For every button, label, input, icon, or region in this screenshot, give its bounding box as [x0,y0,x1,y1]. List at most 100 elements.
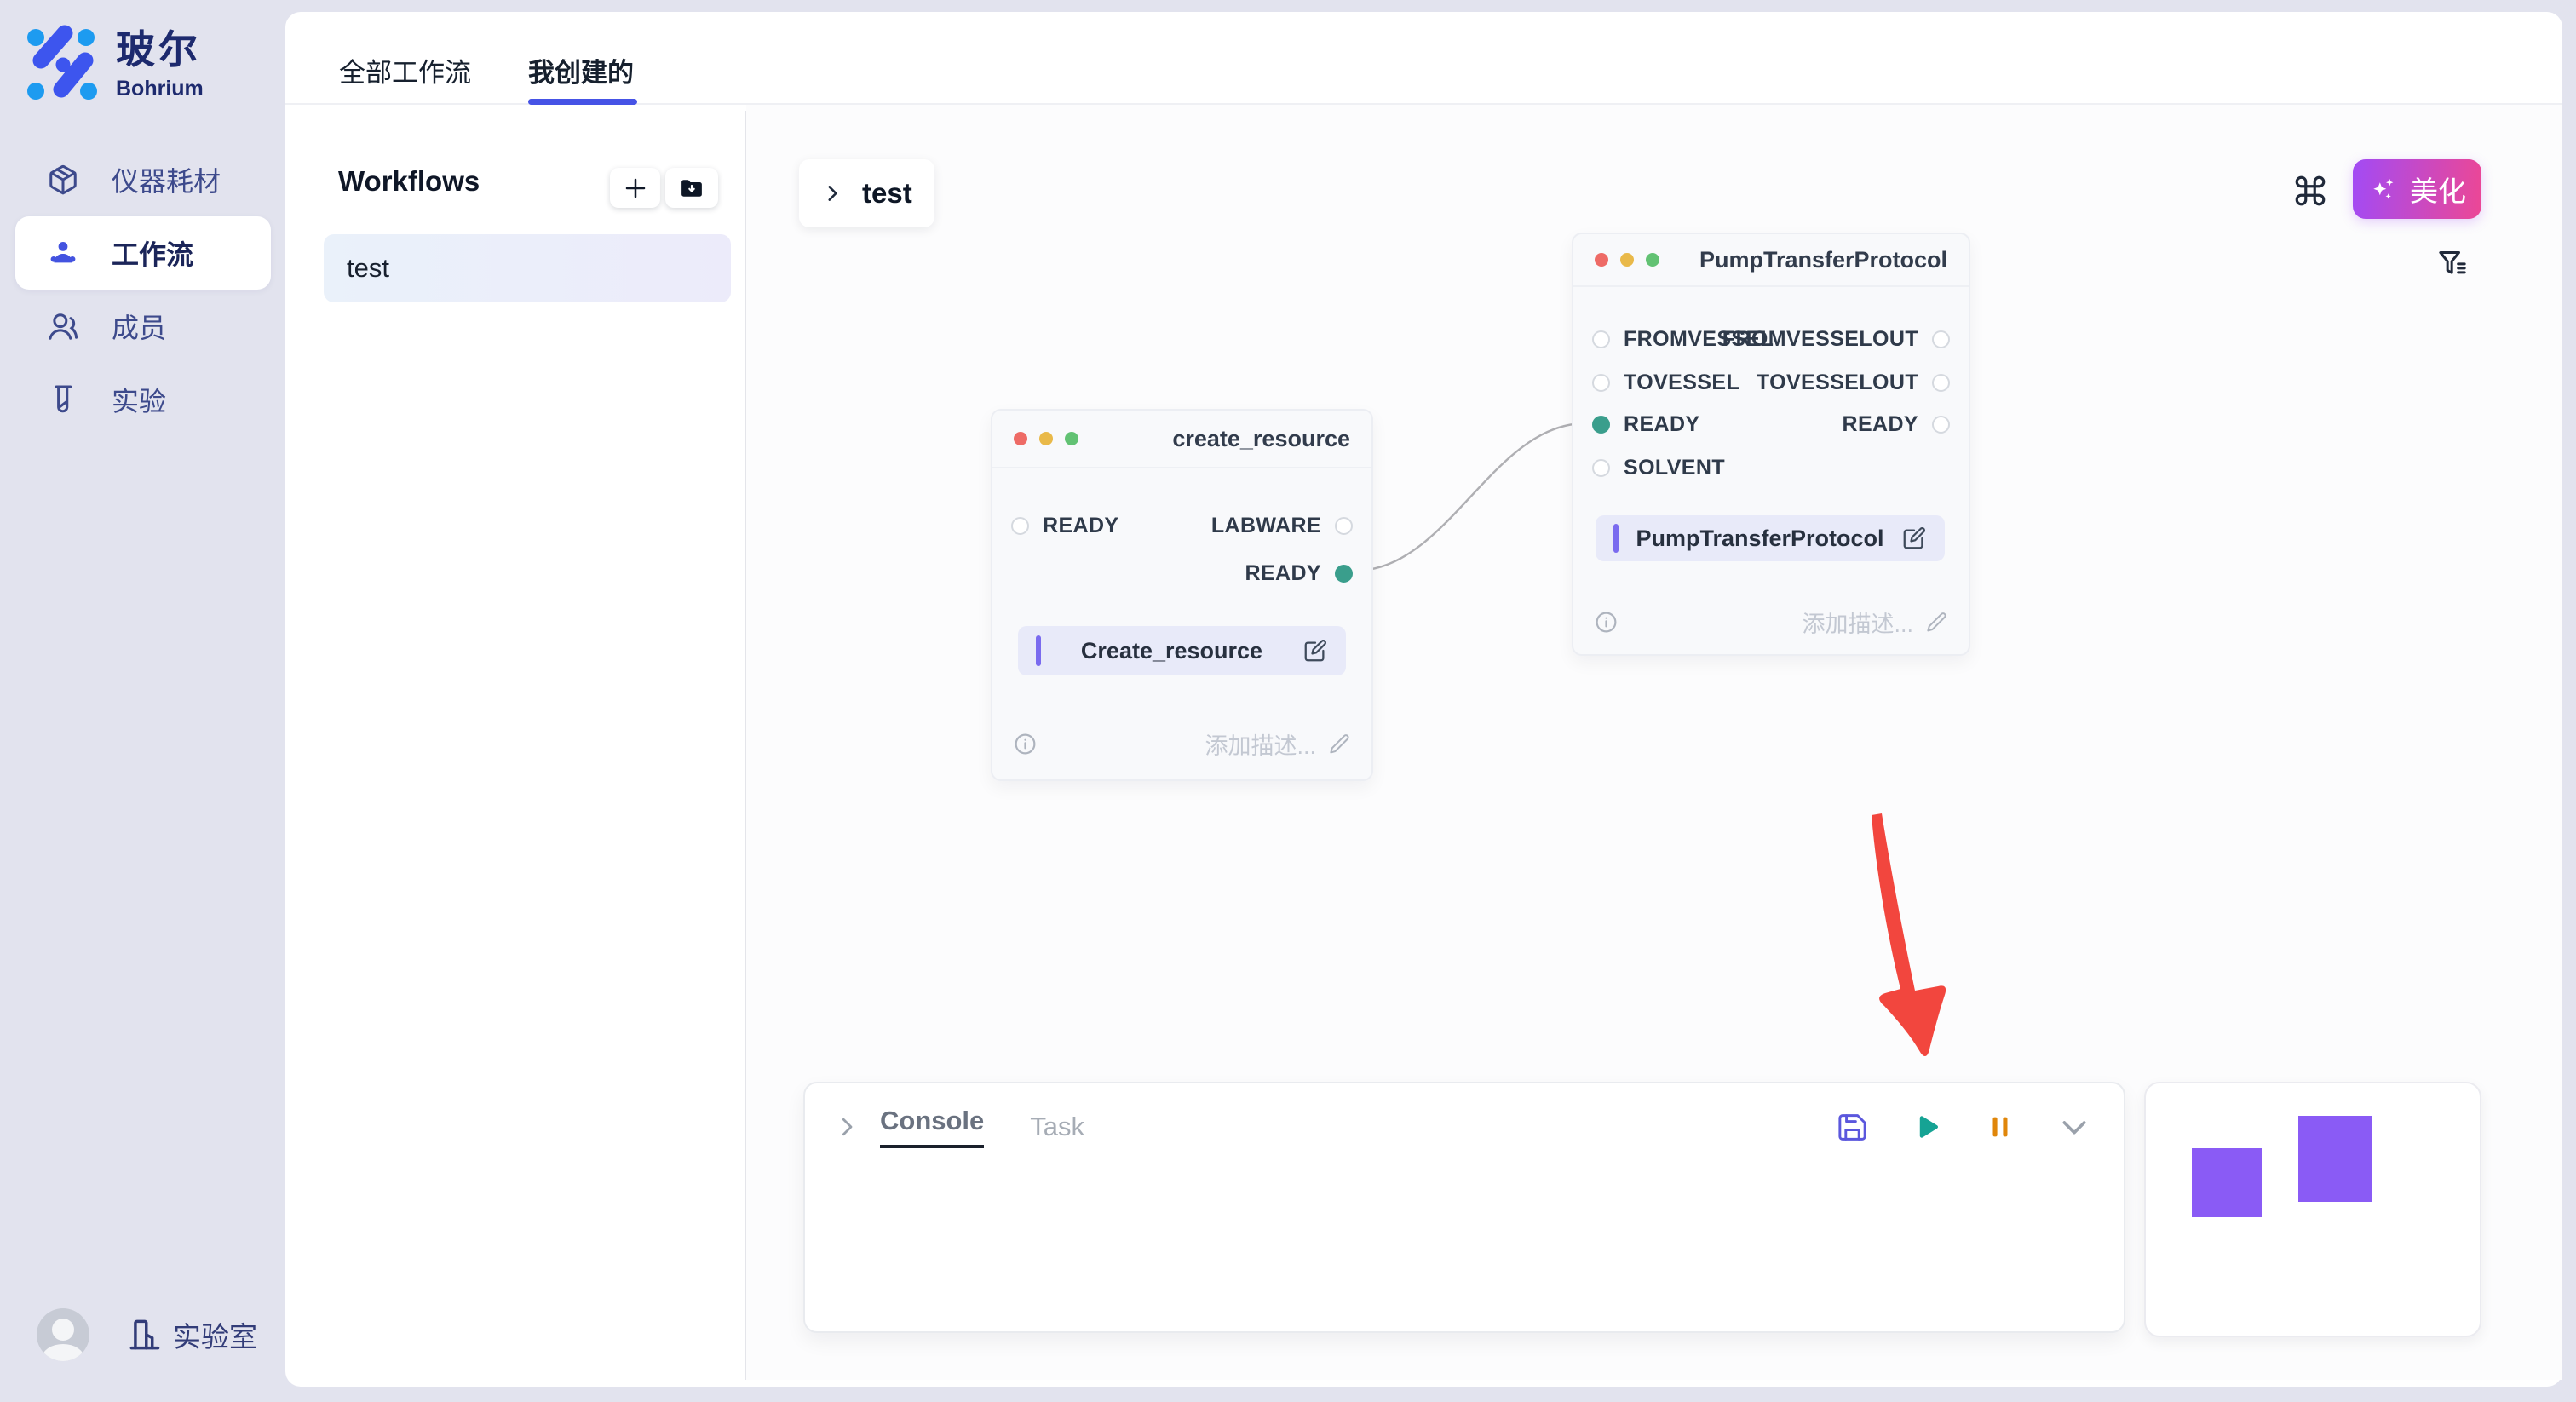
pencil-icon [1925,611,1948,634]
run-button[interactable] [1911,1111,1943,1143]
sidebar-item-members[interactable]: 成员 [15,290,271,363]
port-handle[interactable] [1011,517,1029,535]
port-handle[interactable] [1932,330,1950,348]
workspace-switcher[interactable]: 实验室 [125,1314,257,1355]
brand-logo[interactable]: 玻尔 Bohrium [24,19,204,101]
collapse-panel-button[interactable] [2057,1110,2091,1144]
sidebar-footer: 实验室 [37,1308,257,1361]
node-body-label: PumpTransferProtocol [1619,526,1901,552]
node-dot-yellow[interactable] [1039,432,1053,445]
console-panel: Console Task [803,1082,2125,1333]
brand-name-zh: 玻尔 [116,19,204,75]
experiment-icon [47,383,79,416]
output-port-ready[interactable]: READY [1245,560,1353,587]
play-icon [1911,1111,1943,1143]
sidebar-item-label: 成员 [112,307,166,346]
input-port-ready[interactable]: READY [1592,411,1700,438]
port-handle[interactable] [1592,330,1610,348]
sidebar-item-instruments[interactable]: 仪器耗材 [15,143,271,216]
output-port-ready[interactable]: READY [1842,411,1950,438]
node-create-resource[interactable]: create_resource READY LABWARE READY Crea… [991,409,1373,781]
port-handle[interactable] [1932,374,1950,392]
minimap-node-pump-transfer [2298,1116,2372,1202]
workflow-list-item-test[interactable]: test [324,234,731,302]
node-dot-green[interactable] [1646,253,1659,267]
input-port-solvent[interactable]: SOLVENT [1592,454,1725,481]
shortcuts-button[interactable] [2290,170,2331,211]
edit-node-icon[interactable] [1901,526,1927,551]
output-port-labware[interactable]: LABWARE [1211,512,1353,539]
pause-icon [1986,1112,2015,1141]
tab-console[interactable]: Console [880,1106,984,1148]
node-dot-green[interactable] [1065,432,1078,445]
active-tab-underline [528,99,637,105]
expand-console-icon[interactable] [834,1114,860,1140]
save-button[interactable] [1837,1112,1868,1143]
node-pump-transfer-protocol[interactable]: PumpTransferProtocol FROMVESSEL FROMVESS… [1572,233,1970,656]
chevron-right-icon [821,182,843,204]
chevron-down-icon [2057,1110,2091,1144]
node-dot-red[interactable] [1014,432,1027,445]
tab-created-by-me[interactable]: 我创建的 [528,55,634,92]
user-avatar[interactable] [37,1308,89,1361]
tab-all-workflows[interactable]: 全部工作流 [339,55,471,92]
add-description[interactable]: 添加描述... [1802,606,1948,639]
tab-task[interactable]: Task [1030,1112,1084,1142]
sidebar-item-experiments[interactable]: 实验 [15,363,271,436]
minimap[interactable] [2144,1082,2481,1337]
package-icon [47,164,79,196]
sparkles-icon [2368,174,2399,204]
port-handle[interactable] [1932,416,1950,434]
sidebar-item-label: 仪器耗材 [112,160,221,199]
node-title: PumpTransferProtocol [1699,247,1947,273]
port-handle[interactable] [1592,374,1610,392]
workspace-label: 实验室 [173,1314,257,1355]
add-description[interactable]: 添加描述... [1205,727,1351,761]
node-header: create_resource [992,411,1371,468]
pencil-icon [1328,733,1351,756]
info-icon[interactable] [1594,610,1619,635]
app-window: 玻尔 Bohrium 仪器耗材 工作流 [0,0,2576,1402]
add-workflow-button[interactable] [610,168,660,208]
port-handle-connected[interactable] [1335,565,1353,583]
brand-name-en: Bohrium [116,77,204,101]
bohrium-logo-icon [24,21,102,100]
output-port-tovesselout[interactable]: TOVESSELOUT [1757,369,1950,396]
folder-download-icon [679,175,704,201]
import-folder-button[interactable] [665,168,718,208]
workflows-title: Workflows [338,165,480,198]
edit-node-icon[interactable] [1302,638,1328,664]
sidebar-item-workflows[interactable]: 工作流 [15,216,271,290]
team-icon [47,237,79,269]
beautify-button[interactable]: 美化 [2353,159,2481,219]
node-title: create_resource [1172,426,1350,452]
node-body-button[interactable]: PumpTransferProtocol [1596,515,1945,561]
filter-icon [2435,246,2470,280]
sidebar-item-label: 工作流 [112,233,193,273]
input-port-ready[interactable]: READY [1011,512,1119,539]
save-icon [1837,1112,1868,1143]
node-header: PumpTransferProtocol [1573,234,1969,287]
node-body-label: Create_resource [1041,638,1302,664]
port-handle[interactable] [1335,517,1353,535]
breadcrumb-workflow[interactable]: test [799,159,934,227]
members-icon [47,310,79,342]
command-icon [2292,173,2328,209]
node-body-button[interactable]: Create_resource [1018,626,1346,675]
node-dot-yellow[interactable] [1620,253,1634,267]
sidebar-nav: 仪器耗材 工作流 成员 [15,143,271,436]
plus-icon [623,175,648,201]
input-port-tovessel[interactable]: TOVESSEL [1592,369,1739,396]
filter-button[interactable] [2433,244,2472,283]
port-handle-connected[interactable] [1592,416,1610,434]
info-icon[interactable] [1013,732,1038,756]
beautify-label: 美化 [2410,169,2466,210]
breadcrumb-label: test [862,177,912,210]
output-port-fromvesselout[interactable]: FROMVESSELOUT [1722,325,1950,353]
minimap-node-create-resource [2192,1148,2262,1217]
sidebar-item-label: 实验 [112,380,166,419]
building-icon [125,1316,163,1353]
pause-button[interactable] [1986,1112,2015,1141]
port-handle[interactable] [1592,459,1610,477]
node-dot-red[interactable] [1595,253,1608,267]
